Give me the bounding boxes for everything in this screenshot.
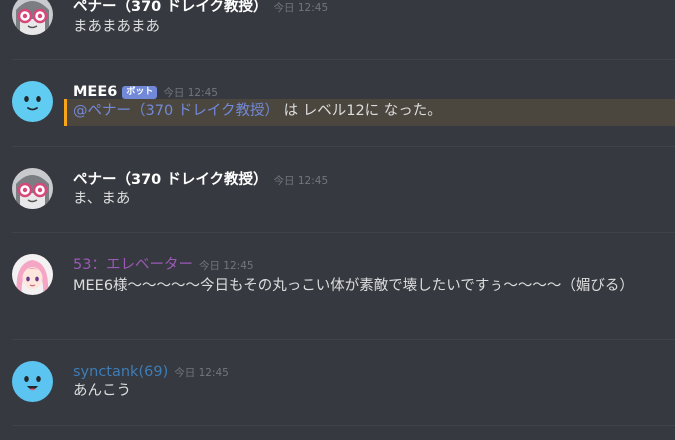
timestamp: 今日 12:45 [273, 175, 329, 187]
avatar-pena[interactable] [12, 0, 53, 35]
divider [12, 146, 675, 147]
username[interactable]: 53：エレベーター [73, 257, 193, 273]
timestamp: 今日 12:45 [273, 2, 329, 14]
bot-badge: ボット [122, 86, 158, 99]
user-mention[interactable]: @ペナー（370 ドレイク教授） [73, 103, 279, 119]
username[interactable]: ペナー（370 ドレイク教授） [73, 0, 268, 15]
message-text: MEE6様〜〜〜〜〜今日もその丸っこい体が素敵で壊したいですぅ〜〜〜〜（媚びる） [73, 278, 634, 294]
level-up-text: は レベル12に なった。 [279, 103, 442, 119]
chat-log: ペナー（370 ドレイク教授） 今日 12:45 まあまあまあ MEE6 ボット 今日… [0, 0, 675, 440]
username[interactable]: ペナー（370 ドレイク教授） [73, 172, 268, 188]
avatar-mee6[interactable] [12, 81, 53, 122]
timestamp: 今日 12:45 [198, 260, 254, 272]
timestamp: 今日 12:45 [174, 367, 229, 379]
divider [12, 59, 675, 60]
message-text: まあまあまあ [73, 19, 160, 35]
message-header: 53：エレベーター 今日 12:45 [73, 255, 254, 275]
message-header: ペナー（370 ドレイク教授） 今日 12:45 [73, 0, 328, 17]
divider [12, 232, 675, 233]
message-header: synctank(69) 今日 12:45 [73, 362, 229, 382]
avatar-synctank[interactable] [12, 361, 53, 402]
divider [12, 425, 675, 426]
message-text: @ペナー（370 ドレイク教授） は レベル12に なった。 [73, 101, 661, 122]
username[interactable]: MEE6 [73, 84, 117, 100]
divider [12, 339, 675, 340]
username[interactable]: synctank(69) [73, 364, 168, 380]
message-text: ま、まあ [73, 191, 131, 207]
timestamp: 今日 12:45 [163, 87, 218, 99]
avatar-elevator[interactable] [12, 254, 53, 295]
message-header: ペナー（370 ドレイク教授） 今日 12:45 [73, 170, 328, 190]
avatar-pena[interactable] [12, 168, 53, 209]
message-text: あんこう [73, 383, 131, 399]
